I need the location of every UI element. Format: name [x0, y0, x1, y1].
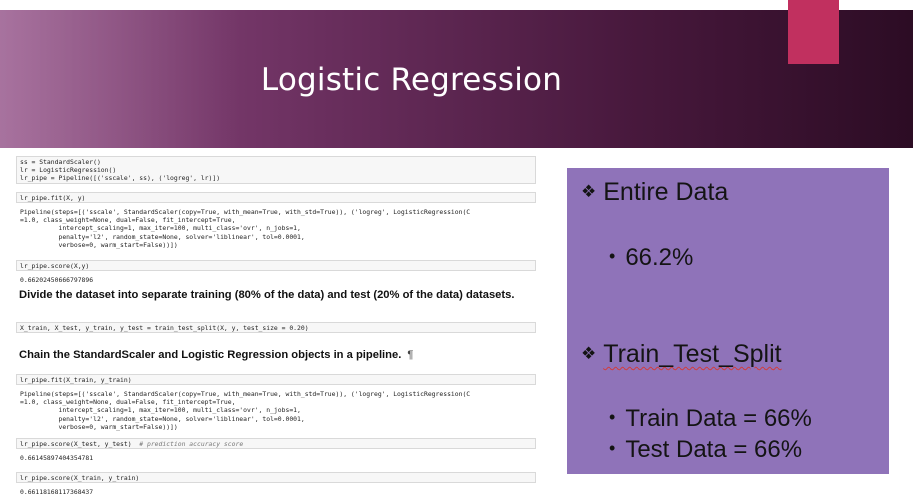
output-line: intercept_scaling=1, max_iter=100, multi…	[20, 224, 301, 233]
bullet-dot-icon: •	[609, 407, 616, 427]
heading-text: Train_Test_Split	[603, 340, 782, 368]
output-line: penalty='l2', random_state=None, solver=…	[20, 232, 305, 241]
output-pipeline-train: Pipeline(steps=[('sscale', StandardScale…	[20, 390, 470, 431]
code-cell-score-test: lr_pipe.score(X_test, y_test) # predicti…	[16, 438, 536, 449]
markdown-text: Chain the StandardScaler and Logistic Re…	[19, 349, 402, 361]
output-line: intercept_scaling=1, max_iter=100, multi…	[20, 406, 301, 415]
accent-block	[788, 0, 839, 64]
heading-train-test-split: ❖ Train_Test_Split	[581, 340, 782, 369]
result-test-data: • Test Data = 66%	[609, 436, 802, 464]
code-text: lr_pipe.score(X_test, y_test)	[20, 440, 132, 448]
result-entire-data: • 66.2%	[609, 244, 693, 272]
result-text: Test Data = 66%	[625, 436, 803, 463]
code-comment: # prediction accuracy score	[139, 440, 244, 448]
slide-title: Logistic Regression	[260, 62, 563, 98]
slide: Logistic Regression ss = StandardScaler(…	[0, 0, 913, 503]
pilcrow-icon: ¶	[407, 349, 414, 361]
output-line: Pipeline(steps=[('sscale', StandardScale…	[20, 390, 471, 398]
heading-text: Entire Data	[603, 178, 729, 206]
code-line: lr_pipe = Pipeline([('sscale', ss), ('lo…	[20, 174, 221, 183]
markdown-split-heading: Divide the dataset into separate trainin…	[19, 289, 515, 301]
code-cell-setup: ss = StandardScaler() lr = LogisticRegres…	[16, 156, 536, 184]
output-score: 0.66202450666797896	[20, 276, 94, 284]
output-line: penalty='l2', random_state=None, solver=…	[20, 414, 305, 423]
code-cell-fit: lr_pipe.fit(X, y)	[16, 192, 536, 203]
results-panel: ❖ Entire Data • 66.2% ❖ Train_Test_Split • T…	[567, 168, 889, 474]
bullet-dot-icon: •	[609, 438, 616, 458]
notebook-screenshot: ss = StandardScaler() lr = LogisticRegres…	[16, 150, 541, 498]
code-cell-score-train: lr_pipe.score(X_train, y_train)	[16, 472, 536, 483]
output-score-train: 0.66118168117368437	[20, 488, 94, 496]
result-text: Train Data = 66%	[625, 405, 812, 432]
code-line: ss = StandardScaler()	[20, 158, 101, 166]
code-cell-fit-train: lr_pipe.fit(X_train, y_train)	[16, 374, 536, 385]
output-line: verbose=0, warm_start=False))])	[20, 422, 178, 431]
code-cell-split: X_train, X_test, y_train, y_test = train…	[16, 322, 536, 333]
output-line: =1.0, class_weight=None, dual=False, fit…	[20, 398, 236, 407]
output-score-test: 0.66145897404354781	[20, 454, 94, 462]
heading-entire-data: ❖ Entire Data	[581, 178, 728, 207]
code-line: lr = LogisticRegression()	[20, 166, 117, 175]
output-pipeline: Pipeline(steps=[('sscale', StandardScale…	[20, 208, 470, 249]
markdown-pipeline-heading: Chain the StandardScaler and Logistic Re…	[19, 349, 539, 362]
output-line: Pipeline(steps=[('sscale', StandardScale…	[20, 208, 471, 216]
result-train-data: • Train Data = 66%	[609, 405, 812, 433]
result-text: 66.2%	[625, 244, 694, 271]
code-cell-score: lr_pipe.score(X,y)	[16, 260, 536, 271]
output-line: =1.0, class_weight=None, dual=False, fit…	[20, 216, 236, 225]
diamond-bullet-icon: ❖	[581, 344, 597, 363]
output-line: verbose=0, warm_start=False))])	[20, 240, 178, 249]
bullet-dot-icon: •	[609, 246, 616, 266]
diamond-bullet-icon: ❖	[581, 182, 597, 201]
